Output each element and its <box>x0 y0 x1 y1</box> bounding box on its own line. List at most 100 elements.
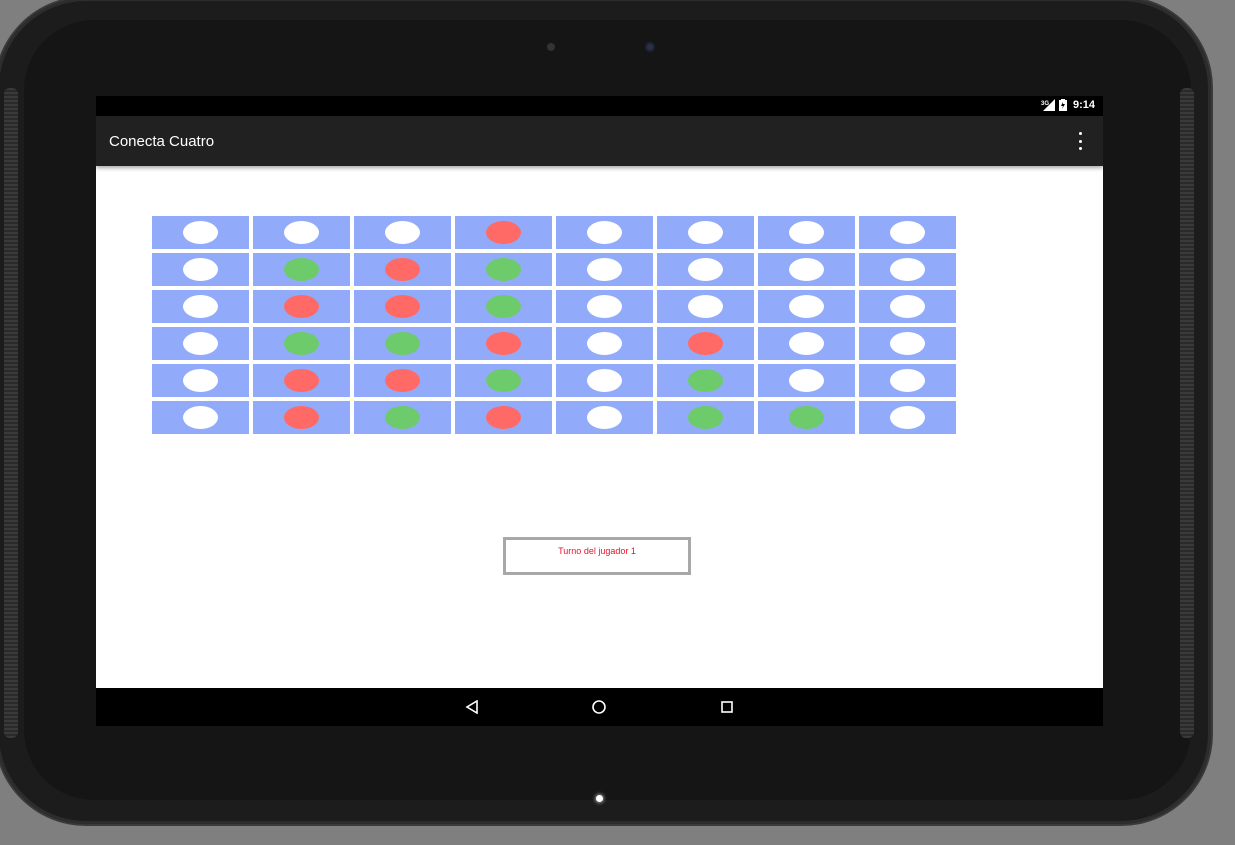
signal-3g-icon: 3G <box>1041 99 1055 111</box>
board-cell[interactable] <box>253 401 350 434</box>
proximity-sensor <box>547 43 555 51</box>
disc-empty <box>789 332 824 355</box>
more-vert-icon[interactable] <box>1073 132 1087 150</box>
board-cell[interactable] <box>354 401 451 434</box>
status-bar: 3G 9:14 <box>96 96 1103 116</box>
disc-red <box>284 295 319 318</box>
board-cell[interactable] <box>354 327 451 360</box>
board-cell[interactable] <box>758 216 855 249</box>
device-screen: 3G 9:14 Conecta Cuatro Turno del jugador… <box>96 96 1103 726</box>
board-cell[interactable] <box>455 216 552 249</box>
board-cell[interactable] <box>859 364 956 397</box>
disc-empty <box>789 221 824 244</box>
disc-empty <box>183 332 218 355</box>
disc-empty <box>385 221 420 244</box>
speaker-grill-right <box>1180 88 1194 738</box>
status-indicators: 3G 9:14 <box>1041 99 1095 111</box>
disc-empty <box>890 221 925 244</box>
back-triangle-icon[interactable] <box>461 696 483 718</box>
board-cell[interactable] <box>657 290 754 323</box>
board-cell[interactable] <box>758 401 855 434</box>
disc-green <box>385 406 420 429</box>
disc-green <box>486 258 521 281</box>
board-cell[interactable] <box>354 290 451 323</box>
game-board <box>152 216 956 438</box>
disc-green <box>789 406 824 429</box>
board-cell[interactable] <box>758 364 855 397</box>
disc-empty <box>688 221 723 244</box>
board-cell[interactable] <box>657 401 754 434</box>
disc-red <box>385 295 420 318</box>
board-cell[interactable] <box>253 216 350 249</box>
board-cell[interactable] <box>152 216 249 249</box>
board-cell[interactable] <box>657 216 754 249</box>
board-cell[interactable] <box>152 401 249 434</box>
battery-icon <box>1058 99 1067 111</box>
board-row <box>152 364 956 397</box>
recents-square-icon[interactable] <box>716 696 738 718</box>
disc-empty <box>890 332 925 355</box>
navigation-bar <box>96 688 1103 726</box>
board-cell[interactable] <box>253 327 350 360</box>
disc-empty <box>789 258 824 281</box>
app-bar: Conecta Cuatro <box>96 116 1103 166</box>
disc-red <box>385 369 420 392</box>
board-cell[interactable] <box>556 253 653 286</box>
disc-empty <box>183 295 218 318</box>
board-cell[interactable] <box>455 327 552 360</box>
board-cell[interactable] <box>354 216 451 249</box>
disc-green <box>688 369 723 392</box>
disc-red <box>486 332 521 355</box>
board-cell[interactable] <box>859 401 956 434</box>
notification-led <box>596 795 603 802</box>
board-cell[interactable] <box>152 327 249 360</box>
disc-green <box>486 369 521 392</box>
board-cell[interactable] <box>253 364 350 397</box>
clock: 9:14 <box>1072 99 1095 111</box>
disc-empty <box>587 332 622 355</box>
board-cell[interactable] <box>556 327 653 360</box>
disc-empty <box>890 258 925 281</box>
board-cell[interactable] <box>152 364 249 397</box>
turn-indicator: Turno del jugador 1 <box>503 537 691 575</box>
board-cell[interactable] <box>152 290 249 323</box>
board-cell[interactable] <box>859 290 956 323</box>
board-cell[interactable] <box>556 364 653 397</box>
disc-empty <box>587 258 622 281</box>
home-circle-icon[interactable] <box>588 696 610 718</box>
board-cell[interactable] <box>859 327 956 360</box>
board-cell[interactable] <box>556 216 653 249</box>
board-cell[interactable] <box>556 290 653 323</box>
board-cell[interactable] <box>657 364 754 397</box>
board-cell[interactable] <box>253 253 350 286</box>
board-cell[interactable] <box>354 364 451 397</box>
board-cell[interactable] <box>455 401 552 434</box>
disc-green <box>385 332 420 355</box>
board-cell[interactable] <box>253 290 350 323</box>
svg-text:3G: 3G <box>1041 101 1049 107</box>
board-cell[interactable] <box>455 364 552 397</box>
disc-empty <box>789 369 824 392</box>
disc-red <box>284 369 319 392</box>
board-cell[interactable] <box>657 253 754 286</box>
board-row <box>152 401 956 434</box>
disc-empty <box>688 258 723 281</box>
disc-red <box>486 406 521 429</box>
board-cell[interactable] <box>556 401 653 434</box>
board-cell[interactable] <box>455 290 552 323</box>
board-cell[interactable] <box>657 327 754 360</box>
board-cell[interactable] <box>859 253 956 286</box>
board-cell[interactable] <box>758 327 855 360</box>
disc-empty <box>183 258 218 281</box>
disc-empty <box>890 369 925 392</box>
board-cell[interactable] <box>152 253 249 286</box>
board-cell[interactable] <box>758 253 855 286</box>
disc-empty <box>789 295 824 318</box>
turn-text: Turno del jugador 1 <box>558 546 636 556</box>
board-cell[interactable] <box>859 216 956 249</box>
disc-empty <box>183 221 218 244</box>
board-cell[interactable] <box>455 253 552 286</box>
board-cell[interactable] <box>758 290 855 323</box>
disc-empty <box>890 295 925 318</box>
board-cell[interactable] <box>354 253 451 286</box>
